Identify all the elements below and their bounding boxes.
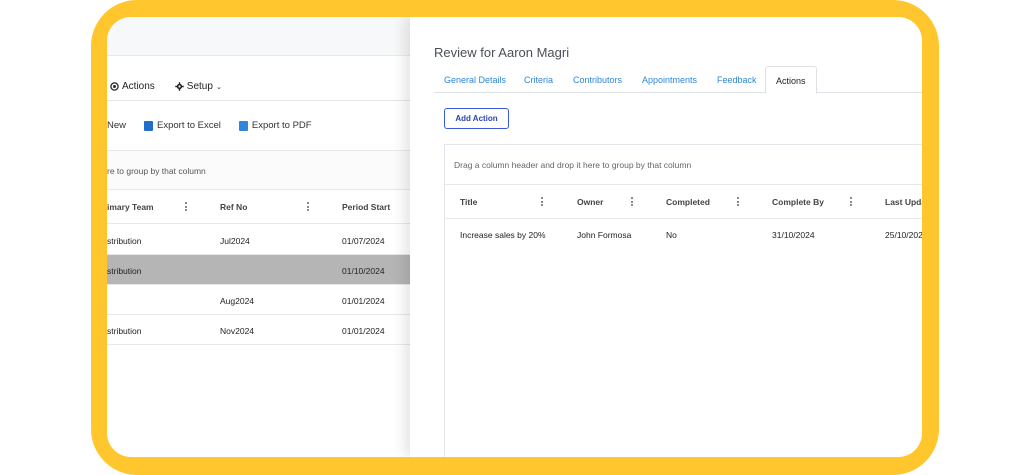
- cell-title: Increase sales by 20%: [460, 230, 546, 240]
- stage: Actions Setup ⌄ New Export to Excel Expo…: [0, 0, 1030, 475]
- screen: Actions Setup ⌄ New Export to Excel Expo…: [107, 17, 922, 457]
- table-row[interactable]: Aug2024 01/01/2024: [107, 285, 412, 315]
- cell-ref: Nov2024: [220, 326, 255, 336]
- target-icon: [110, 82, 119, 91]
- group-by-area[interactable]: re to group by that column: [107, 150, 412, 190]
- column-menu-icon[interactable]: [850, 197, 854, 208]
- table-row[interactable]: stribution Jul2024 01/07/2024: [107, 225, 412, 255]
- column-menu-icon[interactable]: [541, 197, 545, 208]
- tab-criteria[interactable]: Criteria: [524, 66, 553, 93]
- column-last-updated[interactable]: Last Upda: [885, 197, 922, 207]
- menu-divider: [107, 100, 412, 101]
- column-menu-icon[interactable]: [307, 202, 311, 213]
- cell-start: 01/10/2024: [342, 266, 385, 276]
- export-pdf-button[interactable]: Export to PDF: [238, 120, 312, 131]
- cell-last-updated: 25/10/202: [885, 230, 922, 240]
- column-menu-icon[interactable]: [737, 197, 741, 208]
- export-excel-label: Export to Excel: [157, 120, 221, 131]
- menu-actions[interactable]: Actions: [110, 81, 155, 92]
- table-row[interactable]: stribution Nov2024 01/01/2024: [107, 315, 412, 345]
- column-menu-icon[interactable]: [631, 197, 635, 208]
- cell-complete-by: 31/10/2024: [772, 230, 815, 240]
- toolbar: New Export to Excel Export to PDF: [107, 120, 312, 131]
- cell-ref: Jul2024: [220, 236, 250, 246]
- cell-completed: No: [666, 230, 677, 240]
- review-panel: Review for Aaron Magri General Details C…: [410, 17, 922, 457]
- cell-team: stribution: [107, 326, 142, 336]
- group-hint: Drag a column header and drop it here to…: [454, 160, 692, 170]
- tab-appointments[interactable]: Appointments: [642, 66, 697, 93]
- grid-header: Title Owner Completed Complete By Last U…: [445, 185, 922, 219]
- add-action-button[interactable]: Add Action: [444, 108, 509, 129]
- page-title: Review for Aaron Magri: [434, 45, 570, 60]
- export-excel-button[interactable]: Export to Excel: [144, 120, 221, 131]
- new-label: New: [107, 120, 127, 131]
- export-pdf-label: Export to PDF: [251, 120, 312, 131]
- group-by-area[interactable]: Drag a column header and drop it here to…: [445, 145, 922, 185]
- actions-grid: Drag a column header and drop it here to…: [444, 144, 922, 457]
- menu-actions-label: Actions: [122, 81, 155, 92]
- column-completed[interactable]: Completed: [666, 197, 710, 207]
- menu-setup-label: Setup: [186, 81, 213, 92]
- group-hint: re to group by that column: [107, 166, 206, 176]
- gear-icon: [175, 82, 184, 91]
- cell-team: stribution: [107, 236, 142, 246]
- cell-team: stribution: [107, 266, 142, 276]
- column-title[interactable]: Title: [460, 197, 477, 207]
- tab-actions[interactable]: Actions: [765, 66, 817, 94]
- table-row[interactable]: Increase sales by 20% John Formosa No 31…: [445, 219, 922, 250]
- tab-contributors[interactable]: Contributors: [573, 66, 622, 93]
- excel-icon: [144, 120, 154, 131]
- chevron-down-icon: ⌄: [215, 83, 222, 91]
- table-row-selected[interactable]: stribution 01/10/2024: [107, 255, 412, 285]
- menu-setup[interactable]: Setup ⌄: [175, 81, 222, 92]
- tab-feedback[interactable]: Feedback: [717, 66, 757, 93]
- pdf-icon: [238, 120, 248, 131]
- cell-owner: John Formosa: [577, 230, 632, 240]
- cell-start: 01/01/2024: [342, 326, 385, 336]
- column-primary-team[interactable]: imary Team: [107, 202, 154, 212]
- cell-start: 01/07/2024: [342, 236, 385, 246]
- table-header: imary Team Ref No Period Start: [107, 190, 412, 224]
- column-menu-icon[interactable]: [185, 202, 189, 213]
- cell-start: 01/01/2024: [342, 296, 385, 306]
- column-period-start[interactable]: Period Start: [342, 202, 390, 212]
- cell-ref: Aug2024: [220, 296, 255, 306]
- tab-bar: General Details Criteria Contributors Ap…: [434, 66, 922, 94]
- column-ref-no[interactable]: Ref No: [220, 202, 247, 212]
- tab-general-details[interactable]: General Details: [444, 66, 506, 93]
- new-button[interactable]: New: [107, 120, 126, 131]
- column-owner[interactable]: Owner: [577, 197, 603, 207]
- main-menu: Actions Setup ⌄: [107, 81, 222, 92]
- column-complete-by[interactable]: Complete By: [772, 197, 824, 207]
